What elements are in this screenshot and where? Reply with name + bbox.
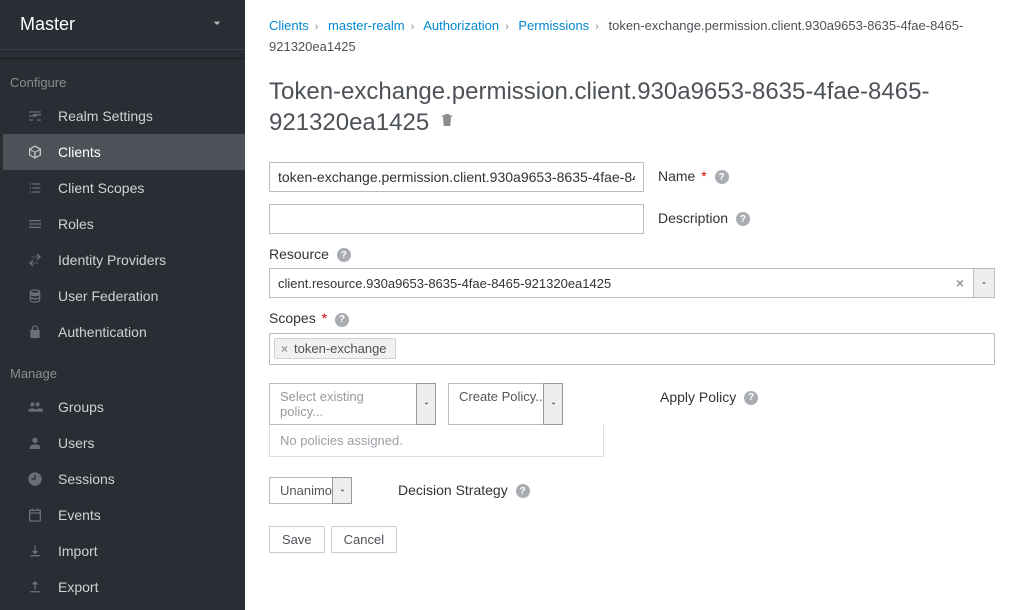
breadcrumb-link-authorization[interactable]: Authorization [423, 18, 499, 33]
cube-icon [26, 144, 44, 160]
breadcrumb: Clients › master-realm › Authorization › Pe… [269, 16, 995, 58]
caret-down-icon [422, 399, 431, 408]
cancel-button[interactable]: Cancel [331, 526, 397, 553]
breadcrumb-link-clients[interactable]: Clients [269, 18, 309, 33]
help-icon[interactable]: ? [337, 248, 351, 262]
breadcrumb-link-realm[interactable]: master-realm [328, 18, 405, 33]
sidebar-item-export[interactable]: Export [0, 569, 245, 605]
trash-icon [439, 112, 455, 128]
sidebar-item-label: Authentication [58, 322, 147, 342]
section-label-configure: Configure [0, 59, 245, 98]
clock-icon [26, 471, 44, 487]
chevron-right-icon: › [411, 21, 415, 33]
sidebar-item-label: Realm Settings [58, 106, 153, 126]
sidebar-item-label: Events [58, 505, 101, 525]
sidebar-item-sessions[interactable]: Sessions [0, 461, 245, 497]
sidebar-item-label: Identity Providers [58, 250, 166, 270]
chevron-right-icon: › [315, 21, 319, 33]
sidebar-item-identity-providers[interactable]: Identity Providers [0, 242, 245, 278]
resource-value: client.resource.930a9653-8635-4fae-8465-… [270, 276, 947, 291]
dropdown-toggle[interactable] [543, 383, 563, 425]
resource-select[interactable]: client.resource.930a9653-8635-4fae-8465-… [269, 268, 995, 298]
sidebar-item-clients[interactable]: Clients [0, 134, 245, 170]
sidebar-item-roles[interactable]: Roles [0, 206, 245, 242]
page-title: Token-exchange.permission.client.930a965… [269, 78, 929, 136]
help-icon[interactable]: ? [516, 484, 530, 498]
select-policy-placeholder: Select existing policy... [269, 383, 417, 425]
decision-strategy-label: Decision Strategy [398, 482, 508, 498]
decision-strategy-select[interactable]: Unanimous [269, 477, 352, 504]
import-icon [26, 543, 44, 559]
section-label-manage: Manage [0, 350, 245, 389]
description-label: Description [658, 210, 728, 226]
remove-tag-icon[interactable]: × [281, 342, 288, 356]
caret-down-icon [338, 486, 347, 495]
help-icon[interactable]: ? [335, 313, 349, 327]
scope-tag-label: token-exchange [294, 341, 387, 356]
realm-name: Master [20, 14, 75, 35]
required-indicator: * [322, 310, 327, 326]
sidebar-item-label: Roles [58, 214, 94, 234]
sidebar-item-users[interactable]: Users [0, 425, 245, 461]
swap-icon [26, 252, 44, 268]
sidebar-item-label: Sessions [58, 469, 115, 489]
sidebar-item-import[interactable]: Import [0, 533, 245, 569]
lock-icon [26, 324, 44, 340]
name-label: Name [658, 168, 695, 184]
scopes-label: Scopes [269, 310, 316, 326]
scope-tag: × token-exchange [274, 338, 396, 359]
description-input[interactable] [269, 204, 644, 234]
export-icon [26, 579, 44, 595]
sidebar-item-label: User Federation [58, 286, 158, 306]
sidebar-item-label: Clients [58, 142, 101, 162]
scopes-input[interactable]: × token-exchange [269, 333, 995, 365]
sidebar-item-user-federation[interactable]: User Federation [0, 278, 245, 314]
dropdown-toggle[interactable] [332, 477, 352, 504]
sliders-icon [26, 108, 44, 124]
resource-label: Resource [269, 246, 329, 262]
chevron-right-icon: › [595, 21, 599, 33]
no-policies-message: No policies assigned. [269, 425, 604, 457]
user-icon [26, 435, 44, 451]
clear-icon[interactable]: × [947, 275, 973, 291]
create-policy-label: Create Policy... [448, 383, 544, 425]
apply-policy-label: Apply Policy [660, 389, 736, 405]
users-icon [26, 399, 44, 415]
database-icon [26, 288, 44, 304]
chevron-right-icon: › [505, 21, 509, 33]
caret-down-icon [979, 278, 989, 288]
decision-strategy-value: Unanimous [269, 477, 333, 504]
sidebar-item-label: Import [58, 541, 98, 561]
sidebar-item-groups[interactable]: Groups [0, 389, 245, 425]
help-icon[interactable]: ? [744, 391, 758, 405]
sidebar-item-realm-settings[interactable]: Realm Settings [0, 98, 245, 134]
select-policy-dropdown[interactable]: Select existing policy... [269, 383, 436, 425]
sidebar-item-label: Client Scopes [58, 178, 144, 198]
dropdown-toggle[interactable] [416, 383, 436, 425]
menu-icon [26, 216, 44, 232]
sidebar-item-label: Export [58, 577, 98, 597]
create-policy-dropdown[interactable]: Create Policy... [448, 383, 563, 425]
sidebar-item-client-scopes[interactable]: Client Scopes [0, 170, 245, 206]
dropdown-toggle[interactable] [973, 268, 995, 298]
sidebar-item-events[interactable]: Events [0, 497, 245, 533]
help-icon[interactable]: ? [715, 170, 729, 184]
sidebar-item-label: Groups [58, 397, 104, 417]
main-content: Clients › master-realm › Authorization › Pe… [245, 0, 1019, 610]
sidebar-item-authentication[interactable]: Authentication [0, 314, 245, 350]
help-icon[interactable]: ? [736, 212, 750, 226]
realm-selector[interactable]: Master [0, 0, 245, 50]
sidebar: Master Configure Realm Settings Clients … [0, 0, 245, 610]
required-indicator: * [701, 168, 706, 184]
delete-button[interactable] [439, 112, 455, 131]
sidebar-item-label: Users [58, 433, 95, 453]
save-button[interactable]: Save [269, 526, 325, 553]
calendar-icon [26, 507, 44, 523]
breadcrumb-link-permissions[interactable]: Permissions [518, 18, 589, 33]
list-icon [26, 180, 44, 196]
chevron-down-icon [209, 15, 225, 34]
caret-down-icon [549, 399, 558, 408]
name-input[interactable] [269, 162, 644, 192]
